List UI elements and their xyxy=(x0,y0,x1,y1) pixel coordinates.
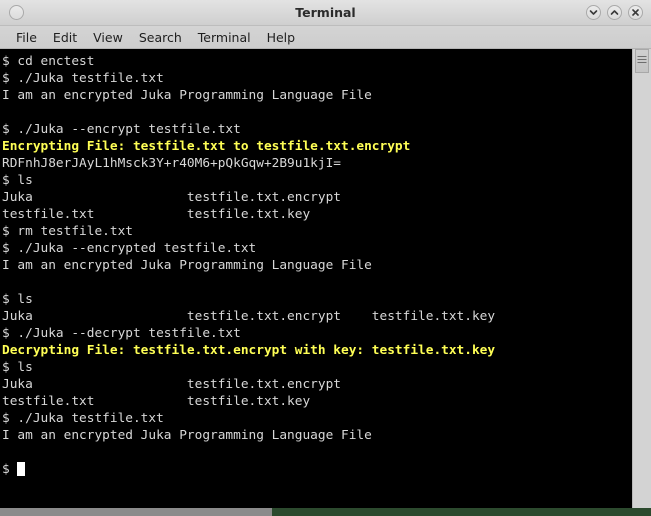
terminal-text: $ rm testfile.txt xyxy=(2,224,133,239)
terminal-text: $ ls xyxy=(2,173,33,188)
terminal-line: Encrypting File: testfile.txt to testfil… xyxy=(2,138,632,155)
terminal-text: Juka testfile.txt.encrypt xyxy=(2,190,341,205)
terminal-line: $ ls xyxy=(2,291,632,308)
chevron-up-icon xyxy=(610,10,619,15)
terminal-line: Decrypting File: testfile.txt.encrypt wi… xyxy=(2,342,632,359)
terminal-line: testfile.txt testfile.txt.key xyxy=(2,393,632,410)
chevron-down-icon xyxy=(589,10,598,15)
terminal-text: I am an encrypted Juka Programming Langu… xyxy=(2,88,372,103)
menu-item-search[interactable]: Search xyxy=(131,27,190,48)
terminal-line: I am an encrypted Juka Programming Langu… xyxy=(2,87,632,104)
terminal-line: $ xyxy=(2,461,632,478)
minimize-button[interactable] xyxy=(586,5,601,20)
terminal-text: $ ./Juka --decrypt testfile.txt xyxy=(2,326,241,341)
terminal-scrollbar[interactable] xyxy=(632,49,651,508)
terminal-line: $ ./Juka --encrypt testfile.txt xyxy=(2,121,632,138)
terminal-text: $ ls xyxy=(2,292,33,307)
terminal-line: $ rm testfile.txt xyxy=(2,223,632,240)
menu-item-help[interactable]: Help xyxy=(259,27,304,48)
terminal-text: RDFnhJ8erJAyL1hMsck3Y+r40M6+pQkGqw+2B9u1… xyxy=(2,156,341,171)
terminal-body: $ cd enctest $ ./Juka testfile.txt I am an… xyxy=(0,49,651,508)
terminal-text: testfile.txt testfile.txt.key xyxy=(2,394,311,409)
terminal-line: RDFnhJ8erJAyL1hMsck3Y+r40M6+pQkGqw+2B9u1… xyxy=(2,155,632,172)
terminal-line: $ ./Juka testfile.txt xyxy=(2,410,632,427)
terminal-text: $ ./Juka --encrypted testfile.txt xyxy=(2,241,257,256)
scrollbar-grip-icon xyxy=(637,56,647,63)
scrollbar-thumb[interactable] xyxy=(635,49,649,73)
terminal-line: $ ./Juka --decrypt testfile.txt xyxy=(2,325,632,342)
terminal-text: $ ./Juka --encrypt testfile.txt xyxy=(2,122,241,137)
close-icon xyxy=(632,9,639,16)
terminal-line: Juka testfile.txt.encrypt testfile.txt.k… xyxy=(2,308,632,325)
close-button[interactable] xyxy=(628,5,643,20)
menu-bar: File Edit View Search Terminal Help xyxy=(0,26,651,49)
terminal-line: Juka testfile.txt.encrypt xyxy=(2,189,632,206)
terminal-screen[interactable]: $ cd enctest $ ./Juka testfile.txt I am an… xyxy=(0,49,632,508)
terminal-window: Terminal File Edit View Search Terminal … xyxy=(0,0,651,508)
menu-item-edit[interactable]: Edit xyxy=(45,27,85,48)
maximize-button[interactable] xyxy=(607,5,622,20)
menu-item-view[interactable]: View xyxy=(85,27,131,48)
terminal-text: Juka testfile.txt.encrypt xyxy=(2,377,341,392)
terminal-line: $ ./Juka testfile.txt xyxy=(2,70,632,87)
window-title: Terminal xyxy=(295,5,356,20)
terminal-cursor xyxy=(17,462,26,476)
terminal-text: I am an encrypted Juka Programming Langu… xyxy=(2,428,372,443)
terminal-highlight-text: Encrypting File: testfile.txt to testfil… xyxy=(2,139,411,154)
terminal-text: $ ./Juka testfile.txt xyxy=(2,411,164,426)
title-bar[interactable]: Terminal xyxy=(0,0,651,26)
terminal-line: Juka testfile.txt.encrypt xyxy=(2,376,632,393)
terminal-line: $ cd enctest xyxy=(2,53,632,70)
terminal-text: I am an encrypted Juka Programming Langu… xyxy=(2,258,372,273)
terminal-line: $ ls xyxy=(2,359,632,376)
terminal-line: testfile.txt testfile.txt.key xyxy=(2,206,632,223)
terminal-text: $ ls xyxy=(2,360,33,375)
terminal-line: I am an encrypted Juka Programming Langu… xyxy=(2,257,632,274)
terminal-text: testfile.txt testfile.txt.key xyxy=(2,207,311,222)
terminal-text: $ cd enctest xyxy=(2,54,95,69)
terminal-highlight-text: Decrypting File: testfile.txt.encrypt wi… xyxy=(2,343,496,358)
terminal-line: $ ls xyxy=(2,172,632,189)
menu-item-terminal[interactable]: Terminal xyxy=(190,27,259,48)
terminal-prompt: $ xyxy=(2,462,18,477)
menu-item-file[interactable]: File xyxy=(8,27,45,48)
terminal-line: I am an encrypted Juka Programming Langu… xyxy=(2,427,632,444)
terminal-text: Juka testfile.txt.encrypt testfile.txt.k… xyxy=(2,309,496,324)
terminal-text: $ ./Juka testfile.txt xyxy=(2,71,164,86)
terminal-line: $ ./Juka --encrypted testfile.txt xyxy=(2,240,632,257)
